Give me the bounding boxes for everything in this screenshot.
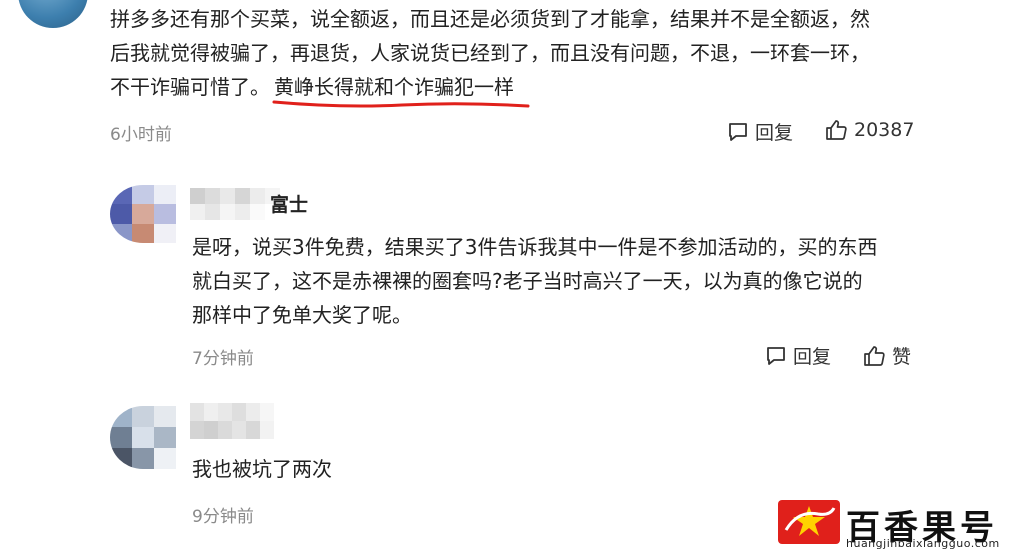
avatar-reply-1[interactable] — [110, 185, 176, 243]
reply-label: 回复 — [793, 346, 832, 368]
comment-main-text: 拼多多还有那个买菜，说全额返，而且还是必须货到了才能拿，结果并不是全额返，然 后… — [110, 2, 930, 104]
username-blurred — [190, 403, 274, 439]
comment-line: 就白买了，这不是赤裸裸的圈套吗?老子当时高兴了一天，以为真的像它说的 — [192, 269, 863, 293]
comment-line: 拼多多还有那个买菜，说全额返，而且还是必须货到了才能拿，结果并不是全额返，然 — [110, 7, 870, 31]
reply-button[interactable]: 回复 — [765, 342, 831, 369]
comment-icon — [729, 122, 747, 141]
username-blurred — [190, 188, 280, 220]
thumbs-up-icon — [826, 120, 847, 140]
thumbs-up-icon — [864, 345, 885, 366]
reply-1-time: 7分钟前 — [192, 349, 254, 369]
comment-line: 那样中了免单大奖了呢。 — [192, 303, 412, 327]
reply-2-text: 我也被坑了两次 — [192, 457, 332, 481]
comment-icon — [767, 346, 785, 365]
like-button[interactable]: 20387 — [824, 118, 914, 142]
watermark-logo-icon — [778, 500, 840, 544]
red-underline-annotation — [272, 100, 530, 108]
comment-line-text: 不干诈骗可惜了。 — [110, 75, 270, 99]
like-button[interactable]: 赞 — [862, 342, 911, 369]
comment-line: 后我就觉得被骗了，再退货，人家说货已经到了，而且没有问题，不退，一环套一环， — [110, 41, 870, 65]
reply-1-text: 是呀，说买3件免费，结果买了3件告诉我其中一件是不参加活动的，买的东西 就白买了… — [192, 230, 932, 332]
reply-button[interactable]: 回复 — [727, 118, 793, 145]
username-suffix[interactable]: 富士 — [270, 190, 308, 217]
comment-time: 6小时前 — [110, 125, 172, 145]
reply-label: 回复 — [755, 122, 794, 144]
like-label: 赞 — [892, 346, 912, 368]
dragon-icon — [784, 506, 836, 536]
watermark-url: huangjinbaixiangguo.com — [846, 537, 1000, 550]
avatar-reply-2[interactable] — [110, 406, 176, 469]
reply-2-time: 9分钟前 — [192, 507, 254, 527]
comment-line: 是呀，说买3件免费，结果买了3件告诉我其中一件是不参加活动的，买的东西 — [192, 235, 878, 259]
avatar-top[interactable] — [18, 0, 88, 28]
like-count: 20387 — [854, 119, 915, 141]
